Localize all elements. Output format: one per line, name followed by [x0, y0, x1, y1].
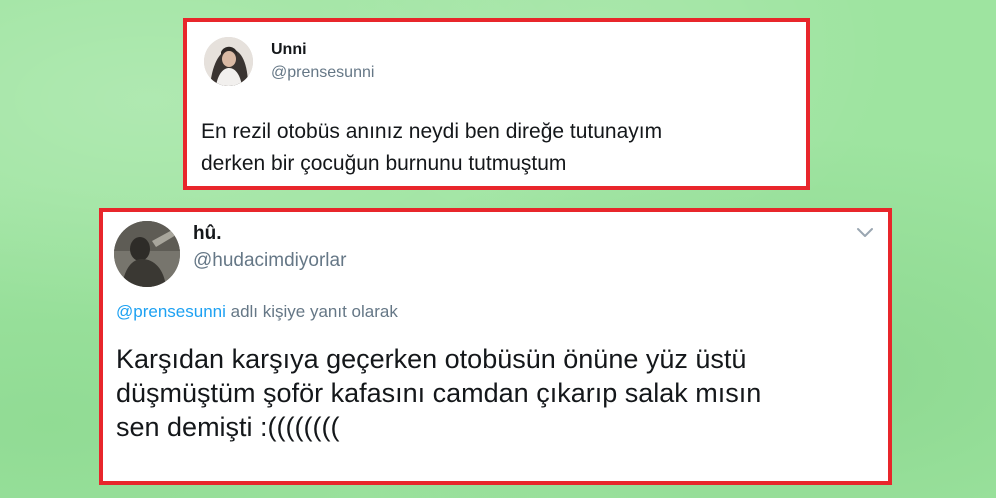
tweet-text: Karşıdan karşıya geçerken otobüsün önüne…	[116, 342, 876, 444]
display-name[interactable]: Unni	[271, 41, 307, 59]
avatar-photo-icon	[114, 221, 180, 287]
chevron-down-icon[interactable]	[855, 225, 875, 239]
avatar[interactable]	[114, 221, 180, 287]
tweet-card-original[interactable]: Unni @prensesunni En rezil otobüs anınız…	[183, 18, 810, 190]
tweet-card-reply[interactable]: hû. @hudacimdiyorlar @prensesunni adlı k…	[99, 208, 892, 485]
tweet-text-line: düşmüştüm şoför kafasını camdan çıkarıp …	[116, 378, 762, 408]
user-handle[interactable]: @prensesunni	[271, 64, 374, 82]
tweet-text-line: sen demişti :((((((((	[116, 412, 340, 442]
reply-context: @prensesunni adlı kişiye yanıt olarak	[116, 302, 398, 322]
reply-context-text: adlı kişiye yanıt olarak	[225, 302, 398, 321]
user-handle[interactable]: @hudacimdiyorlar	[193, 250, 346, 272]
tweet-text-line: Karşıdan karşıya geçerken otobüsün önüne…	[116, 344, 747, 374]
tweet-text: En rezil otobüs anınız neydi ben direğe …	[201, 116, 801, 180]
display-name[interactable]: hû.	[193, 223, 222, 245]
reply-mention-link[interactable]: @prensesunni	[116, 302, 226, 321]
avatar[interactable]	[204, 37, 253, 86]
avatar-photo-icon	[204, 37, 253, 86]
tweet-text-line: derken bir çocuğun burnunu tutmuştum	[201, 152, 567, 175]
tweet-text-line: En rezil otobüs anınız neydi ben direğe …	[201, 120, 663, 143]
